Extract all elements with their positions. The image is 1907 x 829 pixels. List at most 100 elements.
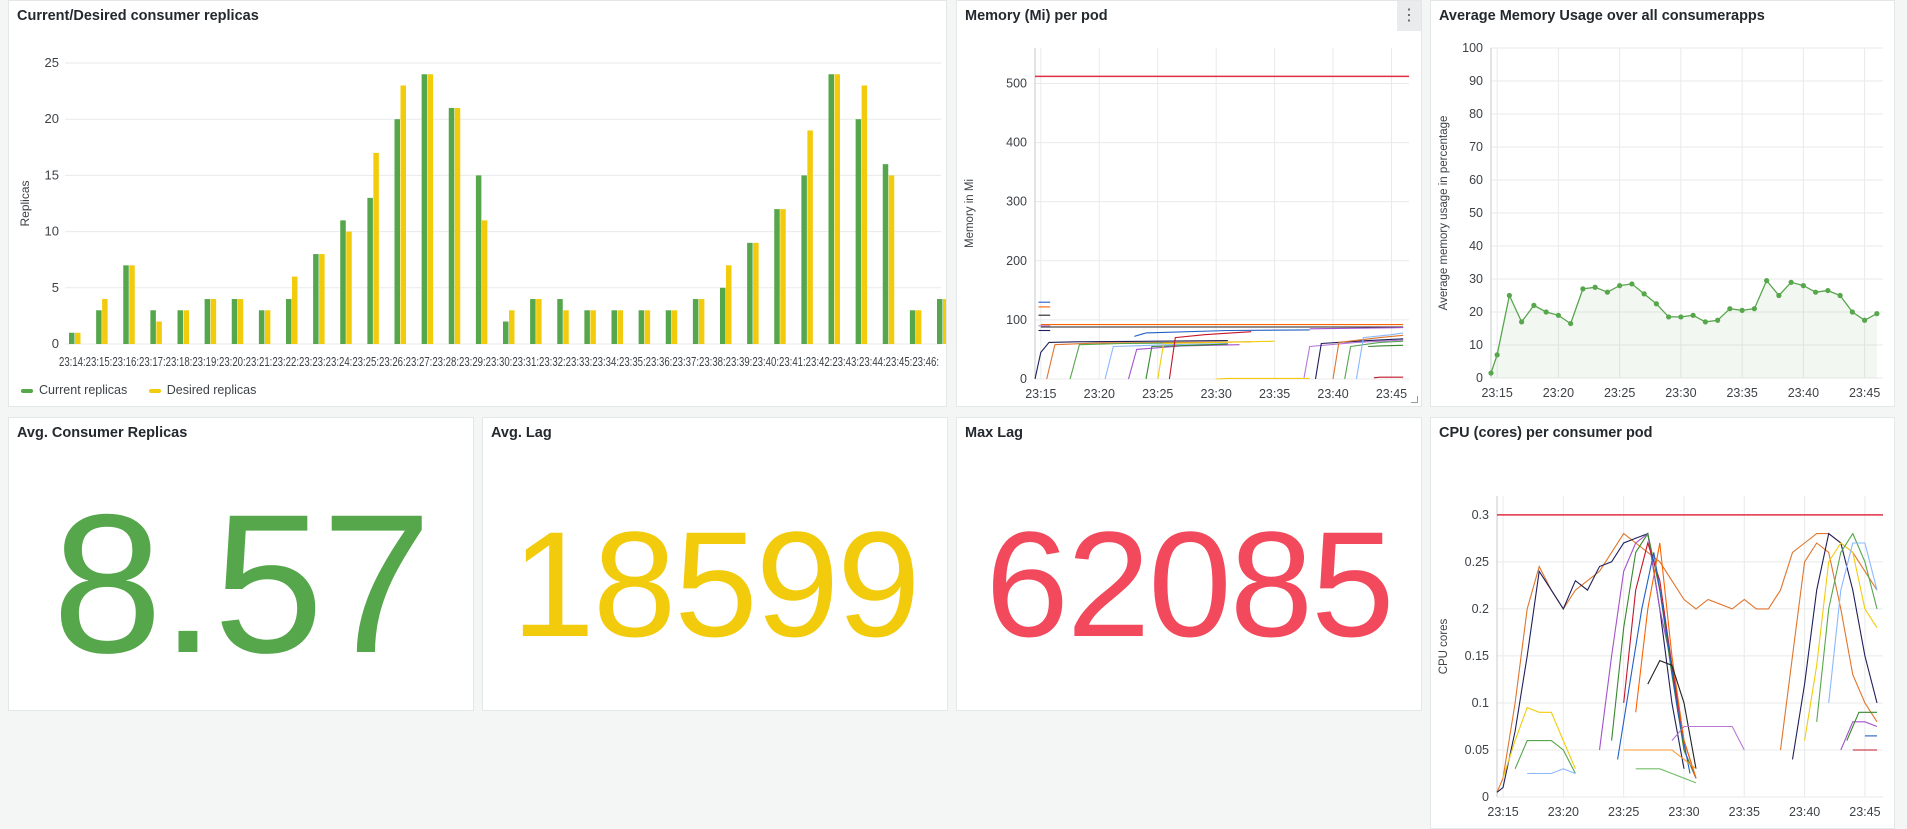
bar[interactable] xyxy=(481,220,488,344)
bar[interactable] xyxy=(807,130,813,344)
bar[interactable] xyxy=(286,299,292,344)
bar[interactable] xyxy=(590,310,596,344)
cpu-chart[interactable]: 0 0.05 0.1 0.15 0.2 0.25 0.3 23:15 23:20 23:25 23:… xyxy=(1431,418,1895,829)
memory-chart[interactable]: 0 100 200 300 400 500 23:15 23:20 23:25 23:30 23:3… xyxy=(957,1,1422,407)
bar[interactable] xyxy=(210,299,217,344)
bar[interactable] xyxy=(698,299,705,344)
bar[interactable] xyxy=(720,287,726,344)
bar[interactable] xyxy=(747,242,753,344)
bar[interactable] xyxy=(340,220,346,344)
series-line[interactable] xyxy=(1069,342,1182,380)
series-line[interactable] xyxy=(1344,340,1404,380)
bar[interactable] xyxy=(509,310,515,344)
bar[interactable] xyxy=(150,310,156,344)
legend-item-desired[interactable]: Desired replicas xyxy=(148,383,256,397)
bar[interactable] xyxy=(102,299,108,344)
bar[interactable] xyxy=(96,310,102,344)
series-line[interactable] xyxy=(1368,344,1404,348)
bar[interactable] xyxy=(915,310,922,344)
bar[interactable] xyxy=(638,310,645,344)
bar[interactable] xyxy=(183,310,190,344)
bar[interactable] xyxy=(855,119,862,344)
bar[interactable] xyxy=(204,299,211,344)
bar[interactable] xyxy=(400,85,407,344)
bar[interactable] xyxy=(617,310,624,344)
bar[interactable] xyxy=(834,74,841,345)
bar[interactable] xyxy=(611,310,618,344)
bar[interactable] xyxy=(123,265,129,344)
series-line[interactable] xyxy=(1502,706,1576,779)
x-tick-label: 23:25 xyxy=(1142,387,1173,401)
bar[interactable] xyxy=(231,299,238,344)
bar[interactable] xyxy=(888,175,895,344)
bar[interactable] xyxy=(503,321,509,344)
series-line[interactable] xyxy=(1828,542,1878,703)
series-line[interactable] xyxy=(1127,344,1240,380)
bar[interactable] xyxy=(753,242,759,344)
x-tick-labels: 23:14:23:15:23:16:23:17:23:18:23:19:23:2… xyxy=(59,355,939,369)
bar[interactable] xyxy=(427,74,434,345)
bar[interactable] xyxy=(264,310,271,344)
series-line[interactable] xyxy=(1635,768,1697,784)
bar[interactable] xyxy=(69,332,75,344)
data-point xyxy=(1617,283,1623,289)
series-line[interactable] xyxy=(1779,542,1878,751)
bar[interactable] xyxy=(909,310,916,344)
data-point xyxy=(1653,301,1659,307)
y-tick-label: 30 xyxy=(1469,272,1483,286)
bar[interactable] xyxy=(237,299,244,344)
legend-item-current[interactable]: Current replicas xyxy=(21,383,131,397)
x-tick-label: 23:15 xyxy=(1025,387,1056,401)
y-tick-label: 40 xyxy=(1469,239,1483,253)
bar[interactable] xyxy=(530,299,536,344)
bar[interactable] xyxy=(861,85,868,344)
bar[interactable] xyxy=(692,299,699,344)
bar[interactable] xyxy=(346,231,352,344)
avg-memory-chart[interactable]: 0 10 20 30 40 50 60 70 80 90 100 23:15 23:20 23:25 23:… xyxy=(1431,1,1895,407)
bar[interactable] xyxy=(258,310,265,344)
series-line[interactable] xyxy=(1104,342,1228,380)
data-point xyxy=(1690,312,1696,318)
bar[interactable] xyxy=(774,209,780,344)
replicas-chart[interactable]: 0 5 10 15 20 25 Replicas 23:14:23:15:23:16:23:1… xyxy=(9,1,947,407)
series-line[interactable] xyxy=(1216,377,1310,380)
bar[interactable] xyxy=(313,254,319,344)
resize-handle-icon[interactable] xyxy=(1411,396,1418,403)
bar[interactable] xyxy=(475,175,482,344)
series-line[interactable] xyxy=(1168,331,1252,380)
stat-value: 18599 xyxy=(511,500,920,668)
bar[interactable] xyxy=(319,254,325,344)
bar[interactable] xyxy=(644,310,651,344)
bar[interactable] xyxy=(780,209,786,344)
bar[interactable] xyxy=(448,107,455,345)
bar[interactable] xyxy=(828,74,835,345)
series-line[interactable] xyxy=(1527,768,1576,775)
series-line[interactable] xyxy=(1514,740,1576,774)
bar[interactable] xyxy=(394,119,401,344)
series-line[interactable] xyxy=(1373,376,1404,379)
series-line[interactable] xyxy=(1635,542,1697,779)
bar[interactable] xyxy=(584,310,590,344)
bar[interactable] xyxy=(882,164,889,344)
bar[interactable] xyxy=(671,310,678,344)
bar[interactable] xyxy=(156,321,162,344)
bar[interactable] xyxy=(665,310,672,344)
bar[interactable] xyxy=(177,310,184,344)
bar[interactable] xyxy=(454,107,461,345)
bar[interactable] xyxy=(75,332,81,344)
bar[interactable] xyxy=(937,299,943,344)
bar[interactable] xyxy=(373,152,379,344)
y-tick-label: 90 xyxy=(1469,74,1483,88)
bar[interactable] xyxy=(292,276,298,344)
bar[interactable] xyxy=(943,299,947,344)
series-line[interactable] xyxy=(1309,327,1404,330)
bar[interactable] xyxy=(367,197,373,344)
bar[interactable] xyxy=(726,265,732,344)
bar[interactable] xyxy=(129,265,135,344)
bar[interactable] xyxy=(563,310,569,344)
x-tick-label: 23:45 xyxy=(1849,805,1880,819)
bar[interactable] xyxy=(536,299,542,344)
bar[interactable] xyxy=(557,299,563,344)
bar[interactable] xyxy=(421,74,428,345)
bar[interactable] xyxy=(801,175,807,344)
